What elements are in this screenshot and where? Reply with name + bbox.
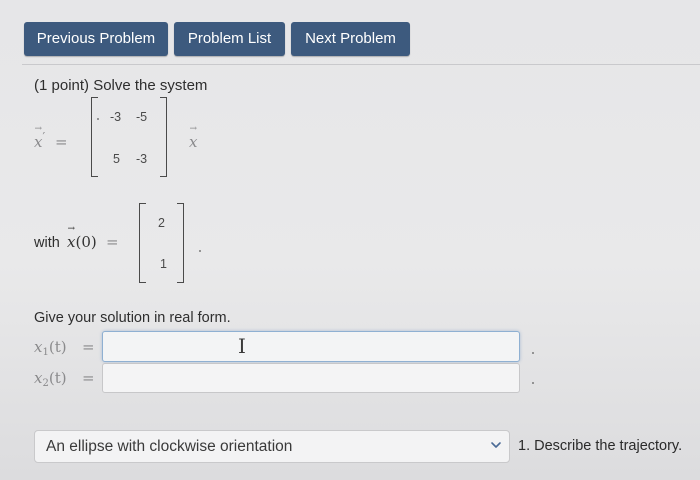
x1-equals: = bbox=[82, 338, 95, 356]
x1-label: x1(t) bbox=[34, 338, 67, 358]
matrix-right-bracket bbox=[160, 97, 167, 177]
matrix-a12: -5 bbox=[136, 110, 148, 124]
initial-equals: = bbox=[106, 233, 119, 251]
initial-right-bracket bbox=[177, 203, 184, 283]
system-equals: = bbox=[55, 133, 68, 151]
initial-v1: 2 bbox=[158, 216, 165, 230]
x2-trailing-dot bbox=[532, 382, 534, 384]
x2-equals: = bbox=[82, 369, 95, 387]
matrix-dot bbox=[97, 118, 99, 120]
lhs-derivative: x′ bbox=[34, 130, 46, 151]
x2-answer-input[interactable] bbox=[102, 363, 520, 393]
previous-problem-button[interactable]: Previous Problem bbox=[24, 22, 168, 56]
matrix-left-bracket bbox=[91, 97, 98, 177]
problem-intro: (1 point) Solve the system bbox=[34, 77, 208, 94]
next-problem-button[interactable]: Next Problem bbox=[291, 22, 410, 56]
with-label: with bbox=[34, 235, 60, 251]
solution-prompt: Give your solution in real form. bbox=[34, 310, 231, 326]
matrix-a11: -3 bbox=[110, 110, 122, 124]
rhs-vector: x bbox=[189, 133, 197, 151]
prime-mark: ′ bbox=[42, 130, 46, 144]
matrix-a21: 5 bbox=[113, 152, 120, 166]
x2-label: x2(t) bbox=[34, 369, 67, 389]
text-cursor-icon: I bbox=[238, 334, 246, 358]
initial-condition-var: x(0) bbox=[67, 233, 97, 251]
initial-period bbox=[199, 250, 201, 252]
header-divider bbox=[22, 64, 700, 65]
chevron-down-icon bbox=[491, 442, 501, 448]
x1-answer-input[interactable] bbox=[102, 331, 520, 362]
initial-left-bracket bbox=[139, 203, 146, 283]
trajectory-selected-value: An ellipse with clockwise orientation bbox=[46, 438, 293, 455]
x1-trailing-dot bbox=[532, 352, 534, 354]
problem-list-button[interactable]: Problem List bbox=[174, 22, 285, 56]
trajectory-question: 1. Describe the trajectory. bbox=[518, 438, 683, 454]
matrix-a22: -3 bbox=[136, 152, 148, 166]
initial-v2: 1 bbox=[160, 257, 167, 271]
trajectory-select[interactable]: An ellipse with clockwise orientation bbox=[34, 430, 510, 463]
